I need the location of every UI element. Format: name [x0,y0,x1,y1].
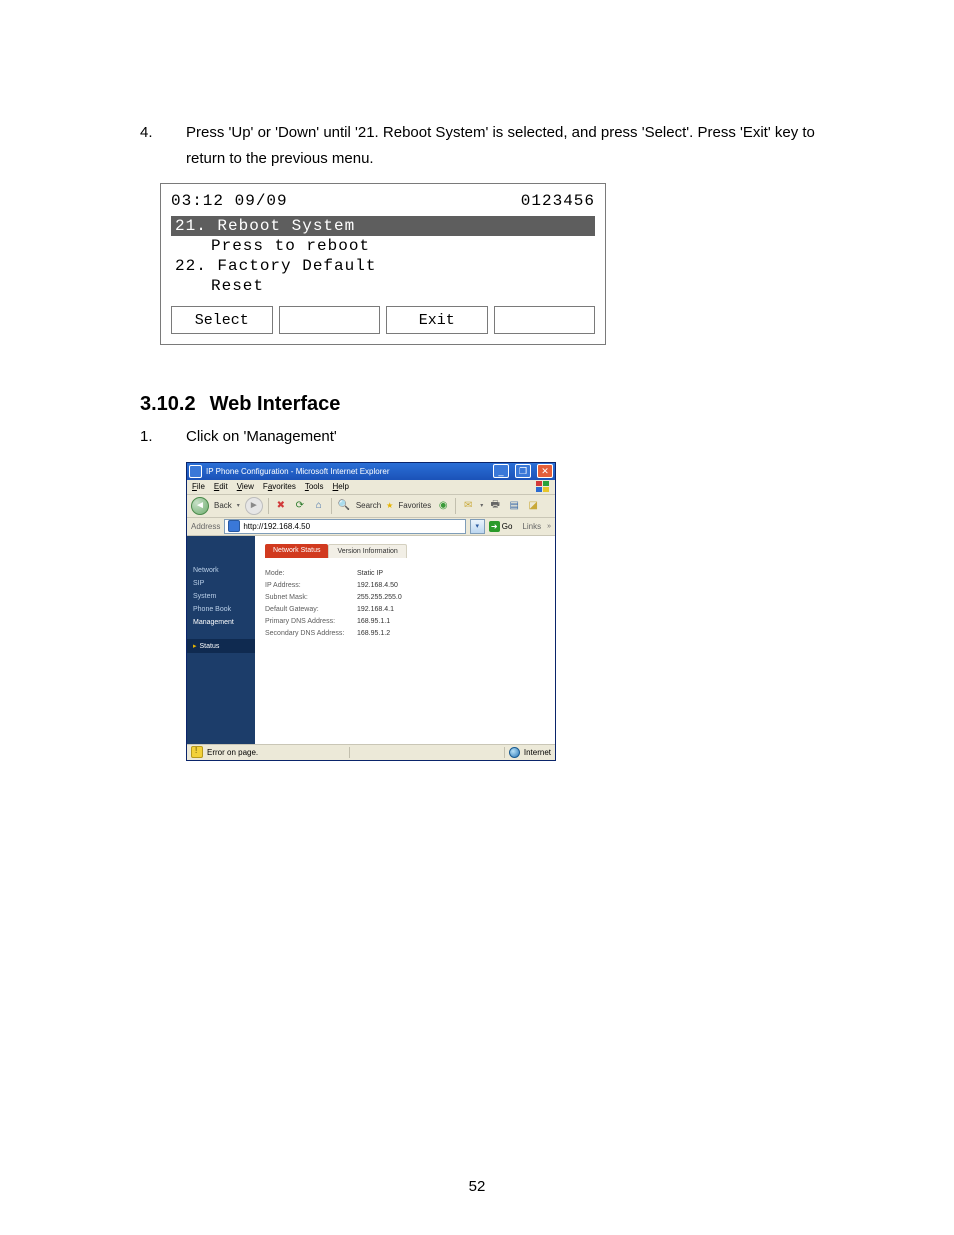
ie-app-icon [189,465,202,478]
toolbar-sep-2 [331,498,332,514]
sidebar-item-status[interactable]: ▸Status [187,639,255,653]
home-icon[interactable]: ⌂ [312,499,326,513]
menu-file[interactable]: File [192,482,205,491]
lcd-item-22: 22. Factory Default [171,256,595,276]
sidebar-item-management[interactable]: Management [187,616,255,629]
sidebar: Network SIP System Phone Book Management… [187,536,255,744]
print-icon[interactable]: 🖶 [488,499,502,513]
maximize-button[interactable]: ❐ [515,464,531,478]
step-1-text: Click on 'Management' [186,424,824,450]
softkey-select[interactable]: Select [171,306,273,334]
forward-button[interactable]: ► [245,497,263,515]
ie-window: IP Phone Configuration - Microsoft Inter… [186,462,556,761]
label-mask: Subnet Mask: [265,594,357,601]
address-dropdown-icon[interactable]: ▾ [470,519,485,534]
value-ip: 192.168.4.50 [357,582,398,589]
ie-statusbar: Error on page. Internet [187,744,555,760]
content-pane: Network Status Version Information Mode:… [255,536,555,744]
status-grid: Mode:Static IP IP Address:192.168.4.50 S… [265,570,545,637]
back-dropdown-icon[interactable]: ▾ [237,502,240,509]
lcd-item-22-sub: Reset [171,276,595,296]
menu-view[interactable]: View [237,482,254,491]
windows-flag-icon [536,481,550,493]
value-mask: 255.255.255.0 [357,594,402,601]
sidebar-item-system[interactable]: System [187,590,255,603]
back-button[interactable]: ◄ [191,497,209,515]
address-label: Address [191,522,220,531]
section-title: Web Interface [210,393,341,415]
address-input[interactable]: http://192.168.4.50 [224,519,465,534]
back-label: Back [214,501,232,510]
sidebar-item-sip[interactable]: SIP [187,577,255,590]
status-error-text: Error on page. [207,748,258,757]
tab-network-status[interactable]: Network Status [265,544,328,558]
links-chevron-icon[interactable]: » [547,523,551,530]
address-url: http://192.168.4.50 [243,522,310,531]
menu-edit[interactable]: Edit [214,482,228,491]
links-label[interactable]: Links [522,522,541,531]
warning-icon [191,746,203,758]
discuss-icon[interactable]: ◪ [526,499,540,513]
menu-favorites[interactable]: Favorites [263,482,296,491]
mail-icon[interactable]: ✉ [461,499,475,513]
value-dns1: 168.95.1.1 [357,618,390,625]
favorites-star-icon[interactable]: ★ [386,501,393,510]
edit-icon[interactable]: ▤ [507,499,521,513]
value-dns2: 168.95.1.2 [357,630,390,637]
label-gateway: Default Gateway: [265,606,357,613]
toolbar-sep-3 [455,498,456,514]
status-zone-text: Internet [524,748,551,757]
page-icon [228,520,240,532]
section-heading: 3.10.2 Web Interface [140,393,824,416]
tab-version-info[interactable]: Version Information [328,544,406,558]
lcd-selected-item: 21. Reboot System [171,216,595,236]
softkey-blank-2[interactable] [494,306,596,334]
ie-menubar: File Edit View Favorites Tools Help [187,480,555,495]
close-button[interactable]: ✕ [537,464,553,478]
history-icon[interactable]: ◉ [436,499,450,513]
step-1-number: 1. [140,424,186,450]
softkey-blank-1[interactable] [279,306,381,334]
toolbar-sep [268,498,269,514]
internet-zone-icon [509,747,520,758]
sidebar-item-network[interactable]: Network [187,564,255,577]
ie-addressbar: Address http://192.168.4.50 ▾ ➜Go Links … [187,518,555,536]
phone-lcd: 03:12 09/09 0123456 21. Reboot System Pr… [160,183,606,345]
label-ip: IP Address: [265,582,357,589]
section-number: 3.10.2 [140,393,196,415]
lcd-selected-sub: Press to reboot [171,236,595,256]
status-sep-2 [504,747,505,758]
favorites-label: Favorites [398,501,431,510]
refresh-icon[interactable]: ⟳ [293,499,307,513]
softkey-exit[interactable]: Exit [386,306,488,334]
status-sep [349,747,350,758]
step-4-number: 4. [140,120,186,146]
label-dns2: Secondary DNS Address: [265,630,357,637]
value-gateway: 192.168.4.1 [357,606,394,613]
ie-title-text: IP Phone Configuration - Microsoft Inter… [206,467,487,476]
page-number: 52 [0,1178,954,1195]
search-label: Search [356,501,381,510]
value-mode: Static IP [357,570,383,577]
ie-toolbar: ◄ Back ▾ ► ✖ ⟳ ⌂ 🔍 Search ★ Favorites ◉ … [187,495,555,518]
lcd-code: 0123456 [521,192,595,210]
lcd-time: 03:12 09/09 [171,192,288,210]
search-icon[interactable]: 🔍 [337,499,351,513]
menu-tools[interactable]: Tools [305,482,324,491]
ie-titlebar: IP Phone Configuration - Microsoft Inter… [187,463,555,480]
minimize-button[interactable]: _ [493,464,509,478]
sidebar-item-phonebook[interactable]: Phone Book [187,603,255,616]
mail-dropdown-icon[interactable]: ▾ [480,502,483,509]
label-dns1: Primary DNS Address: [265,618,357,625]
bullet-icon: ▸ [193,643,197,650]
menu-help[interactable]: Help [333,482,349,491]
label-mode: Mode: [265,570,357,577]
go-button[interactable]: ➜Go [489,521,513,532]
step-4-text: Press 'Up' or 'Down' until '21. Reboot S… [186,120,824,171]
stop-icon[interactable]: ✖ [274,499,288,513]
